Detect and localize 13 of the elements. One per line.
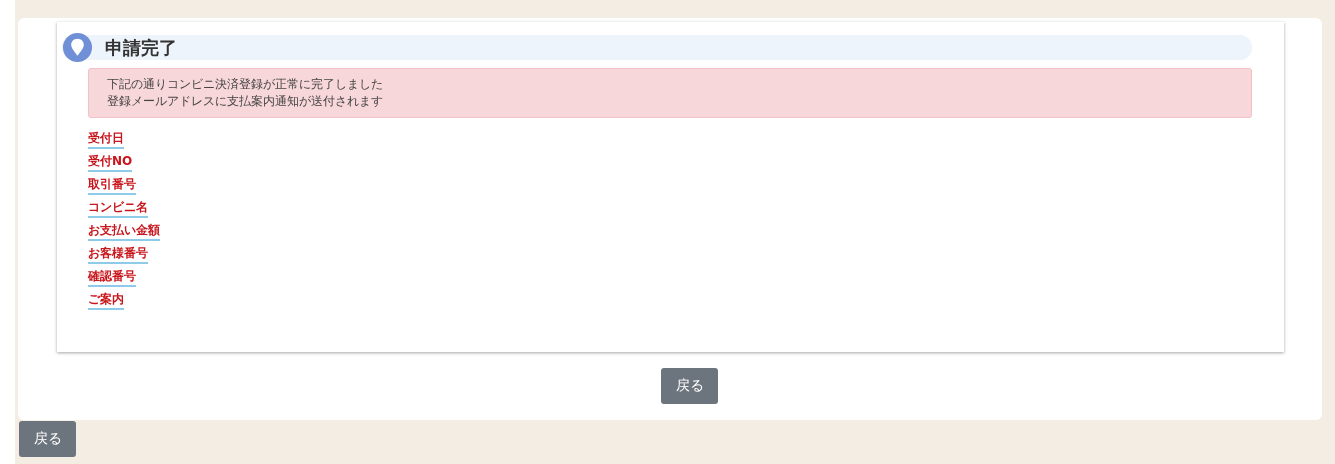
page-title: 申請完了 [105, 35, 177, 60]
location-pin-icon [62, 32, 93, 63]
back-button[interactable]: 戻る [661, 368, 718, 404]
success-alert: 下記の通りコンビニ決済登録が正常に完了しました 登録メールアドレスに支払案内通知が送付されます [88, 68, 1252, 118]
field-label: 取引番号 [88, 177, 136, 195]
field-label: お支払い金額 [88, 223, 160, 241]
field-label: 受付日 [88, 131, 124, 149]
field-label: 確認番号 [88, 269, 136, 287]
back-button[interactable]: 戻る [19, 421, 76, 457]
field-label: お客様番号 [88, 246, 148, 264]
field-label: 受付NO [88, 154, 133, 172]
field-label: ご案内 [88, 292, 124, 310]
field-label: コンビニ名 [88, 200, 148, 218]
